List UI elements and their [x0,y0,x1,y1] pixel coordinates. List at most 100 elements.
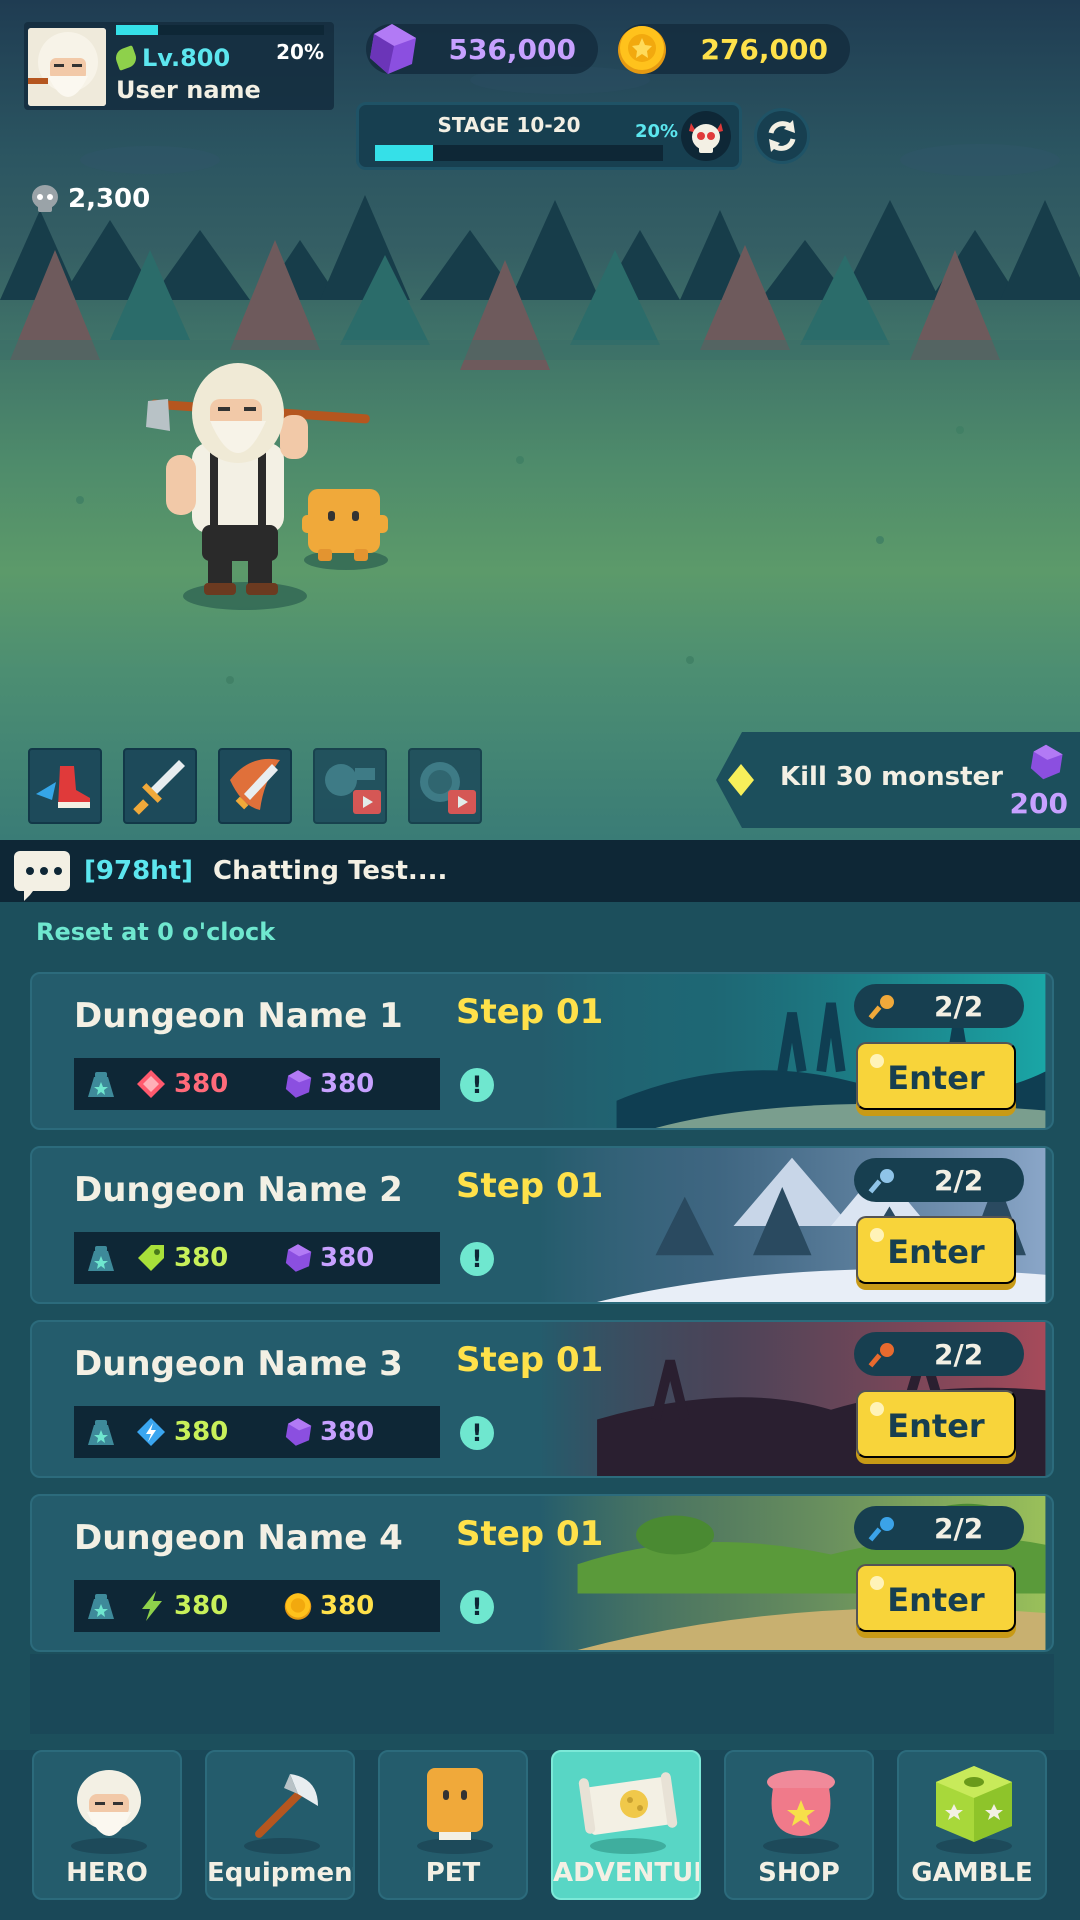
skull-icon [32,185,58,212]
nav-hero[interactable]: HERO [32,1750,182,1900]
quest-text: Kill 30 monster [780,762,1003,792]
skill-slot-flame-sword[interactable] [218,748,292,824]
info-icon[interactable]: ! [460,1068,494,1102]
gem-currency[interactable]: 536,000 [366,24,598,74]
nav-equipment[interactable]: Equipment [205,1750,355,1900]
player-level: Lv.800 [113,44,231,72]
nav-shop[interactable]: SHOP [724,1750,874,1900]
dungeon-name: Dungeon Name 2 [74,1170,403,1210]
dungeon-card-1: Dungeon Name 1 Step 01 380 380 ! 2/2 Ent… [30,972,1054,1130]
chat-user-tag: [978ht] [84,856,193,886]
key-counter: 2/2 [854,1332,1024,1376]
refresh-button[interactable] [754,108,810,164]
reward-1-value: 380 [174,1591,229,1621]
bottom-navigation: HERO Equipment PET ADVENTURE [0,1750,1080,1920]
sword-icon [133,760,185,815]
gem-amount: 536,000 [448,32,576,66]
reward-1-value: 380 [174,1417,229,1447]
gold-currency[interactable]: 276,000 [618,24,850,74]
dungeon-rewards: 380 380 [74,1580,440,1632]
treasure-map-icon [578,1772,678,1854]
username: User name [116,76,261,104]
enter-button[interactable]: Enter [856,1390,1016,1458]
avatar[interactable] [28,28,106,106]
gold-amount: 276,000 [700,32,828,66]
skill-slot-sword[interactable] [123,748,197,824]
stage-percent: 20% [635,121,679,142]
pet-character [302,489,388,561]
blue-bolt-icon [137,1418,165,1446]
purple-gem-icon [285,1070,312,1098]
chat-bar[interactable]: [978ht] Chatting Test.... [0,840,1080,902]
dungeon-rewards: 380 380 [74,1406,440,1458]
hero-character [146,363,370,595]
rush-boot-icon [36,766,90,808]
dungeon-step: Step 01 [456,992,604,1032]
nav-label: PET [425,1858,481,1888]
dungeon-card-2: Dungeon Name 2 Step 01 380 380 ! 2/2 Ent… [30,1146,1054,1304]
player-profile[interactable]: Lv.800 20% User name [24,22,334,110]
nav-gamble[interactable]: GAMBLE [897,1750,1047,1900]
reward-2: 380 [282,1406,374,1458]
diamond-marker-icon [728,764,754,796]
kill-count: 2,300 [68,184,151,214]
nav-pet[interactable]: PET [378,1750,528,1900]
reward-bag-icon [84,1232,118,1284]
reward-1: 380 [134,1058,228,1110]
xp-progress-bar [116,25,324,35]
nav-adventure[interactable]: ADVENTURE [551,1750,701,1900]
stage-progress: STAGE 10-20 20% [356,102,742,170]
key-count: 2/2 [934,1337,984,1371]
reward-1-value: 380 [174,1069,229,1099]
dice-icon [936,1766,1012,1854]
green-tag-icon [138,1245,164,1271]
reward-1: 380 [134,1232,228,1284]
stage-progress-bar [375,145,663,161]
nav-label: SHOP [758,1858,840,1888]
red-gem-icon [137,1070,165,1098]
skill-slot-rush[interactable] [28,748,102,824]
level-label: Lv.800 [142,44,231,72]
info-icon[interactable]: ! [460,1242,494,1276]
gold-coin-icon [618,26,666,74]
dungeon-panel: Reset at 0 o'clock Dungeon Name 1 Step 0… [0,902,1080,1750]
skill-slot-coin-boost[interactable] [408,748,482,824]
key-icon [868,1343,894,1368]
reward-2-value: 380 [320,1243,375,1273]
xp-percent: 20% [276,40,324,64]
dungeon-step: Step 01 [456,1166,604,1206]
reward-1-value: 380 [174,1243,229,1273]
skill-slot-exp-boost[interactable] [313,748,387,824]
reward-2-value: 380 [320,1591,375,1621]
boss-skull-icon[interactable] [681,111,731,161]
enter-button[interactable]: Enter [856,1216,1016,1284]
reward-2: 380 [282,1058,374,1110]
reward-bag-icon [84,1058,118,1110]
hero-face-icon [71,1770,147,1854]
quest-banner[interactable]: Kill 30 monster 200 [716,732,1080,828]
key-icon [868,1517,894,1542]
panel-footer [30,1654,1054,1734]
coin-boost-icon [420,762,476,814]
dungeon-name: Dungeon Name 4 [74,1518,403,1558]
chat-message: Chatting Test.... [212,856,448,886]
chat-bubble-icon[interactable] [14,851,70,901]
info-icon[interactable]: ! [460,1590,494,1624]
reward-2-value: 380 [320,1069,375,1099]
enter-button[interactable]: Enter [856,1042,1016,1110]
enter-button[interactable]: Enter [856,1564,1016,1632]
key-icon [868,1169,894,1194]
key-counter: 2/2 [854,1506,1024,1550]
gold-coin-icon [284,1593,312,1620]
key-count: 2/2 [934,1511,984,1545]
nav-label: HERO [66,1858,148,1888]
dungeon-name: Dungeon Name 1 [74,996,403,1036]
key-counter: 2/2 [854,984,1024,1028]
dungeon-step: Step 01 [456,1340,604,1380]
info-icon[interactable]: ! [460,1416,494,1450]
key-icon [868,995,894,1020]
purple-gem-icon [370,24,416,74]
money-pouch-icon [763,1770,839,1854]
reward-1: 380 [134,1406,228,1458]
key-counter: 2/2 [854,1158,1024,1202]
